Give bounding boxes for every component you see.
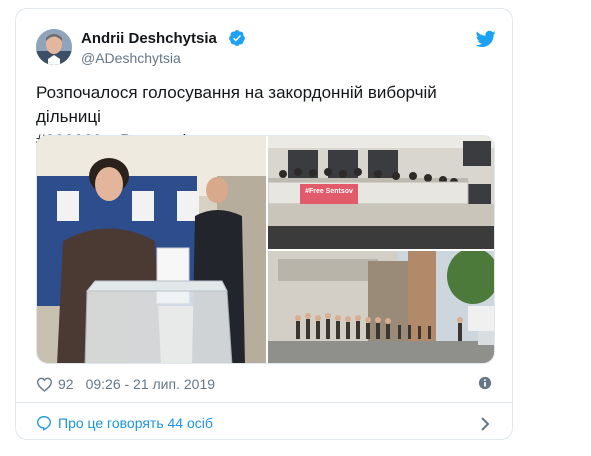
media-grid[interactable]: #Free Sentsov	[36, 135, 495, 364]
author-name[interactable]: Andrii Deshchytsia	[81, 30, 217, 47]
photo-queue-of-voters[interactable]	[268, 251, 494, 363]
photo-voter-ballot-box[interactable]	[37, 136, 266, 363]
heart-icon[interactable]	[36, 377, 53, 392]
tweet-meta: 92 09:26 - 21 лип. 2019	[36, 376, 215, 392]
tweet-timestamp[interactable]: 09:26 - 21 лип. 2019	[86, 376, 215, 392]
verified-badge-icon	[229, 30, 245, 46]
speech-bubble-icon	[36, 415, 52, 431]
tweet-card[interactable]: Andrii Deshchytsia @ADeshchytsia Розпоча…	[15, 8, 513, 440]
twitter-bird-icon[interactable]	[476, 30, 496, 48]
divider	[16, 402, 512, 403]
author-handle[interactable]: @ADeshchytsia	[81, 50, 181, 66]
avatar[interactable]	[36, 29, 72, 65]
chevron-right-icon[interactable]	[480, 417, 490, 431]
banner-text: #Free Sentsov	[305, 188, 353, 195]
tweet-text-line: Розпочалося голосування на закордонній в…	[36, 83, 437, 126]
conversation-label[interactable]: Про це говорять 44 осіб	[58, 415, 213, 431]
info-icon[interactable]	[478, 376, 492, 390]
like-count[interactable]: 92	[58, 376, 74, 392]
photo-balcony-free-sentsov[interactable]: #Free Sentsov	[268, 136, 494, 249]
conversation-link[interactable]: Про це говорять 44 осіб	[36, 415, 213, 431]
